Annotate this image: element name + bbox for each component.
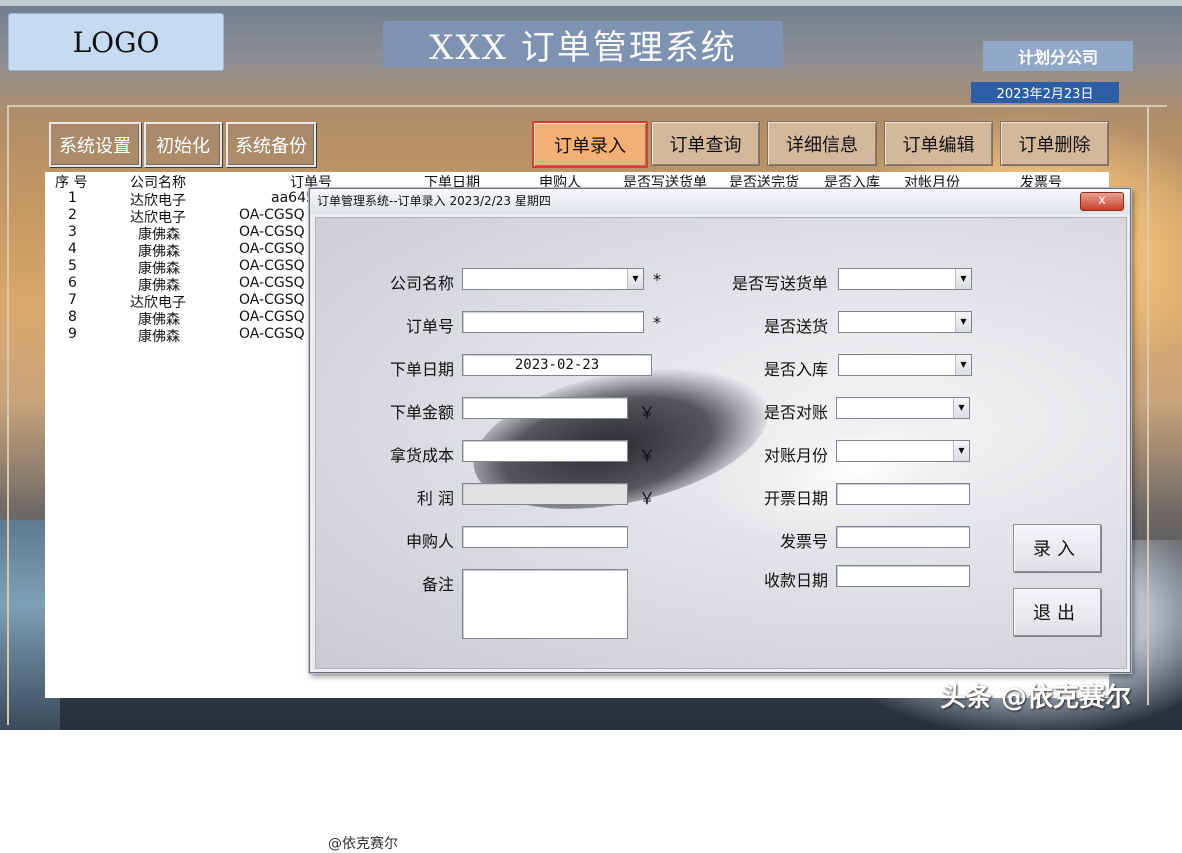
table-row[interactable]: 6 康佛森 OA-CGSQ (45, 275, 315, 294)
system-settings-button[interactable]: 系统设置 (49, 122, 141, 167)
recon-month-label: 对账月份 (763, 446, 828, 465)
chevron-down-icon: ▼ (627, 269, 643, 289)
table-row[interactable]: 9 康佛森 OA-CGSQ (45, 326, 315, 345)
payment-date-input[interactable] (836, 565, 970, 587)
cost-label: 拿货成本 (389, 446, 454, 465)
buyer-input[interactable] (462, 526, 628, 548)
company-select[interactable]: ▼ (462, 268, 644, 290)
row-number: 3 (68, 224, 77, 240)
frame-left (7, 105, 9, 725)
system-backup-button[interactable]: 系统备份 (226, 122, 316, 167)
order-no-input[interactable] (462, 311, 644, 333)
currency-symbol: ￥ (639, 489, 656, 508)
table-row[interactable]: 3 康佛森 OA-CGSQ (45, 224, 315, 243)
invoice-no-input[interactable] (836, 526, 970, 548)
invoice-date-label: 开票日期 (763, 489, 828, 508)
company-name: 计划分公司 (983, 41, 1133, 71)
chevron-down-icon: ▼ (953, 398, 969, 418)
row-number: 7 (68, 292, 77, 308)
reconciled-label: 是否对账 (763, 403, 828, 422)
watermark: 头条 @依克赛尔 (940, 683, 1132, 713)
buyer-label: 申购人 (405, 532, 454, 551)
profit-label: 利 润 (416, 489, 454, 508)
app-title: XXX 订单管理系统 (383, 21, 783, 68)
required-mark: * (653, 313, 661, 332)
frame-top (7, 105, 1167, 108)
row-order-no: OA-CGSQ (239, 224, 305, 240)
order-query-button[interactable]: 订单查询 (651, 121, 760, 166)
row-order-no: OA-CGSQ (239, 241, 305, 257)
company-label: 公司名称 (389, 274, 454, 293)
cost-input[interactable] (462, 440, 628, 462)
stocked-label: 是否入库 (763, 360, 828, 379)
row-order-no: OA-CGSQ (239, 275, 305, 291)
order-date-label: 下单日期 (389, 360, 454, 379)
exit-button[interactable]: 退出 (1013, 588, 1101, 636)
currency-symbol: ￥ (639, 403, 656, 422)
dialog-body: 公司名称 ▼ * 订单号 * 下单日期 2023-02-23 下单金额 ￥ 拿货… (315, 217, 1127, 852)
row-order-no: OA-CGSQ (239, 258, 305, 274)
table-row[interactable]: 8 康佛森 OA-CGSQ (45, 309, 315, 328)
row-company: 康佛森 (138, 329, 180, 345)
dialog-title: 订单管理系统--订单录入 2023/2/23 星期四 (310, 189, 1130, 214)
row-order-no: OA-CGSQ (239, 326, 305, 342)
chevron-down-icon: ▼ (955, 355, 971, 375)
detail-info-button[interactable]: 详细信息 (767, 121, 877, 166)
remark-label: 备注 (421, 575, 454, 594)
payment-date-label: 收款日期 (763, 571, 828, 590)
order-entry-dialog: 订单管理系统--订单录入 2023/2/23 星期四 x 公司名称 ▼ * 订单… (309, 188, 1131, 852)
frame-right (1147, 105, 1149, 705)
column-header: 序 号 (55, 175, 88, 191)
chevron-down-icon: ▼ (955, 269, 971, 289)
table-row[interactable]: 4 康佛森 OA-CGSQ (45, 241, 315, 260)
submit-button[interactable]: 录入 (1013, 524, 1101, 572)
column-header: 公司名称 (130, 175, 186, 191)
recon-month-select[interactable]: ▼ (836, 440, 970, 462)
reconciled-select[interactable]: ▼ (836, 397, 970, 419)
row-order-no: OA-CGSQ (239, 309, 305, 325)
order-no-label: 订单号 (405, 317, 454, 336)
stocked-select[interactable]: ▼ (838, 354, 972, 376)
logo: LOGO (8, 13, 224, 71)
delivered-select[interactable]: ▼ (838, 311, 972, 333)
delivery-note-select[interactable]: ▼ (838, 268, 972, 290)
row-number: 4 (68, 241, 77, 257)
profit-input (462, 483, 628, 505)
table-row[interactable]: 2 达欣电子 OA-CGSQ (45, 207, 315, 226)
row-number: 1 (68, 190, 77, 206)
amount-label: 下单金额 (389, 403, 454, 422)
row-number: 6 (68, 275, 77, 291)
row-number: 2 (68, 207, 77, 223)
top-strip (0, 0, 1182, 6)
chevron-down-icon: ▼ (953, 441, 969, 461)
initialize-button[interactable]: 初始化 (144, 122, 222, 167)
order-edit-button[interactable]: 订单编辑 (884, 121, 993, 166)
required-mark: * (653, 270, 661, 289)
order-delete-button[interactable]: 订单删除 (1000, 121, 1109, 166)
delivery-note-label: 是否写送货单 (731, 274, 828, 293)
remark-textarea[interactable] (462, 569, 628, 639)
list-header: 序 号 公司名称 订单号 下单日期 申购人 是否写送货单 是否送完货 是否入库 … (45, 172, 1109, 191)
row-number: 8 (68, 309, 77, 325)
close-button[interactable]: x (1080, 192, 1124, 211)
row-order-no: OA-CGSQ (239, 207, 305, 223)
row-number: 5 (68, 258, 77, 274)
order-date-input[interactable]: 2023-02-23 (462, 354, 652, 376)
amount-input[interactable] (462, 397, 628, 419)
invoice-date-input[interactable] (836, 483, 970, 505)
invoice-no-label: 发票号 (779, 532, 828, 551)
table-row[interactable]: 1 达欣电子 aa645 (45, 190, 315, 209)
table-row[interactable]: 7 达欣电子 OA-CGSQ (45, 292, 315, 311)
table-row[interactable]: 5 康佛森 OA-CGSQ (45, 258, 315, 277)
chevron-down-icon: ▼ (955, 312, 971, 332)
currency-symbol: ￥ (639, 446, 656, 465)
row-order-no: OA-CGSQ (239, 292, 305, 308)
credit-text: @依克赛尔 (328, 836, 398, 852)
current-date: 2023年2月23日 (971, 82, 1119, 103)
delivered-label: 是否送货 (763, 317, 828, 336)
row-number: 9 (68, 326, 77, 342)
order-entry-button[interactable]: 订单录入 (532, 121, 648, 168)
